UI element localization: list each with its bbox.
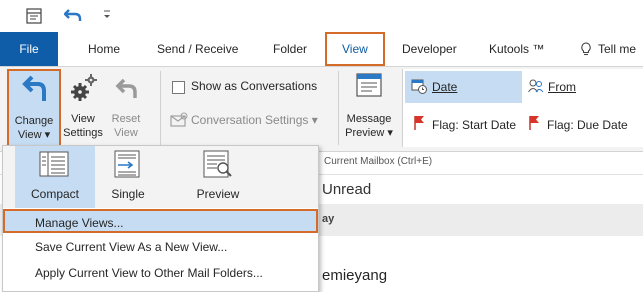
arrange-date-label: Date [432, 80, 458, 94]
change-view-label-1: Change [14, 115, 54, 127]
ribbon-separator [338, 71, 339, 145]
reset-view-label-2: View [114, 127, 138, 139]
arrange-flag-start-label: Flag: Start Date [432, 118, 517, 132]
change-view-icon [22, 75, 48, 103]
group-header-label: ay [322, 213, 335, 225]
apply-view-menu-item[interactable]: Apply Current View to Other Mail Folders… [3, 261, 318, 285]
ribbon-view: Change View ▾ View Settings Reset View S… [0, 66, 643, 152]
save-view-menu-item[interactable]: Save Current View As a New View... [3, 235, 318, 259]
arrange-from-label: From [548, 80, 576, 94]
preview-view-label: Preview [196, 187, 240, 201]
calendar-clock-icon [411, 78, 427, 94]
view-settings-label-2: Settings [63, 127, 103, 139]
customize-qat-icon[interactable] [102, 9, 112, 21]
compact-view-label: Compact [30, 187, 80, 201]
view-preview[interactable]: Preview [183, 146, 253, 208]
manage-views-label: Manage Views... [35, 216, 124, 230]
unread-filter[interactable]: Unread [322, 181, 371, 198]
reset-view-button[interactable]: Reset View [106, 69, 146, 147]
tab-home[interactable]: Home [88, 32, 120, 66]
show-as-conversations-label: Show as Conversations [191, 79, 318, 93]
arrange-by-flag-due-date[interactable]: Flag: Due Date [524, 109, 642, 141]
tell-me-box[interactable]: Tell me [598, 32, 636, 66]
tab-send-receive[interactable]: Send / Receive [157, 32, 238, 66]
view-settings-label-1: View [71, 113, 95, 125]
change-view-button[interactable]: Change View ▾ [7, 69, 61, 147]
undo-icon[interactable] [64, 7, 82, 23]
search-placeholder: Current Mailbox (Ctrl+E) [324, 156, 433, 167]
arrangement-gallery: Date From Flag: Start Date Flag: Due Dat… [402, 69, 643, 147]
view-settings-button[interactable]: View Settings [62, 69, 104, 147]
people-icon [528, 79, 544, 93]
flag-icon [413, 115, 425, 131]
tab-kutools[interactable]: Kutools ™ [489, 32, 544, 66]
ribbon-separator [160, 71, 161, 145]
message-preview-button[interactable]: Message Preview ▾ [342, 69, 396, 147]
single-view-icon [114, 150, 140, 178]
message-preview-label-1: Message [346, 113, 392, 125]
message-preview-label-2: Preview ▾ [345, 127, 393, 139]
reset-icon [115, 77, 139, 99]
compact-view-icon [39, 151, 69, 177]
apply-view-label: Apply Current View to Other Mail Folders… [35, 266, 263, 280]
change-view-dropdown: Compact Single Preview Manage Views... S… [2, 145, 319, 292]
save-view-label: Save Current View As a New View... [35, 240, 228, 254]
conversation-settings-button[interactable]: Conversation Settings ▾ [191, 113, 318, 127]
show-as-conversations-checkbox[interactable] [172, 81, 185, 94]
arrange-flag-due-label: Flag: Due Date [547, 118, 628, 132]
view-gallery: Compact Single Preview [3, 146, 318, 208]
manage-views-menu-item[interactable]: Manage Views... [3, 209, 318, 233]
preview-view-icon [203, 150, 233, 178]
quick-access-toolbar [0, 0, 643, 32]
mail-sender[interactable]: emieyang [322, 267, 387, 284]
gears-icon [70, 73, 98, 103]
arrange-by-flag-start-date[interactable]: Flag: Start Date [405, 109, 522, 141]
outlook-app-icon[interactable] [26, 8, 42, 24]
ribbon-tab-row: File Home Send / Receive Folder View Dev… [0, 32, 643, 66]
single-view-label: Single [111, 187, 145, 201]
arrange-by-date[interactable]: Date [405, 71, 522, 103]
view-single[interactable]: Single [98, 146, 158, 208]
tab-file[interactable]: File [0, 32, 58, 66]
conversation-settings-icon [170, 112, 188, 128]
lightbulb-icon [580, 42, 592, 56]
flag-icon [528, 115, 540, 131]
tab-folder[interactable]: Folder [273, 32, 307, 66]
change-view-label-2: View ▾ [17, 129, 51, 141]
tab-view-highlight [325, 32, 385, 66]
reset-view-label-1: Reset [111, 113, 141, 125]
message-preview-icon [356, 73, 382, 97]
view-compact[interactable]: Compact [15, 146, 95, 208]
tab-developer[interactable]: Developer [402, 32, 457, 66]
arrange-by-from[interactable]: From [524, 71, 642, 103]
